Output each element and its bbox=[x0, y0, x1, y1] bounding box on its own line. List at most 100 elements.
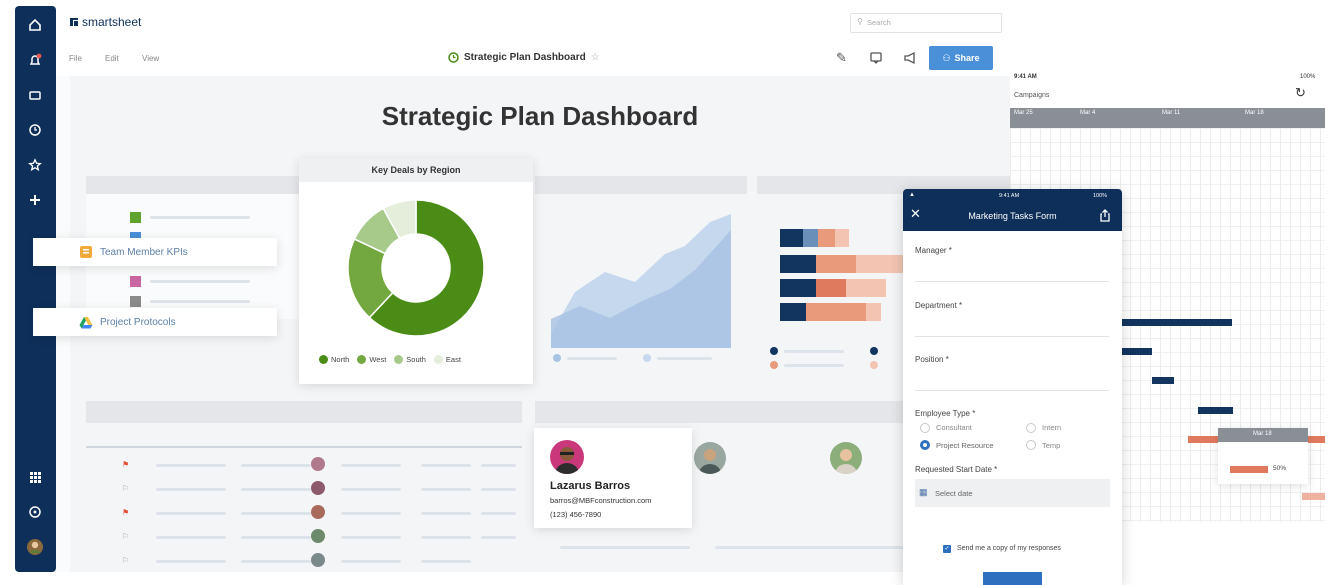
brand-logo[interactable]: smartsheet bbox=[69, 15, 141, 29]
avatar bbox=[311, 481, 325, 495]
radio-project-resource[interactable] bbox=[920, 440, 930, 450]
flag-icon: ⚑ bbox=[122, 460, 130, 469]
legend-swatch bbox=[130, 296, 141, 307]
people-widget-header bbox=[535, 401, 915, 423]
browse-folder-icon[interactable] bbox=[24, 84, 46, 106]
avatar bbox=[311, 553, 325, 567]
gantt-row-label: Campaigns bbox=[1014, 92, 1050, 99]
menu-edit[interactable]: Edit bbox=[105, 54, 119, 63]
submit-button[interactable] bbox=[983, 572, 1042, 585]
temp-label: Temp bbox=[1042, 441, 1061, 450]
flag-icon: ⚐ bbox=[122, 484, 130, 493]
legend-swatch bbox=[130, 212, 141, 223]
dashboard-heading: Strategic Plan Dashboard bbox=[381, 101, 699, 131]
manager-label: Manager * bbox=[915, 246, 952, 255]
gantt-battery: 100% bbox=[1300, 74, 1316, 80]
marketing-tasks-form: ▲ 9:41 AM 100% ✕ Marketing Tasks Form Ma… bbox=[903, 189, 1122, 585]
position-label: Position * bbox=[915, 355, 949, 364]
radio-intern[interactable] bbox=[1026, 423, 1036, 433]
team-avatar bbox=[694, 442, 726, 474]
doc-title-area: Strategic Plan Dashboard ☆ bbox=[448, 52, 600, 63]
form-status-time: 9:41 AM bbox=[999, 193, 1020, 199]
date-picker[interactable]: ▦ Select date bbox=[915, 479, 1110, 507]
flag-icon: ⚐ bbox=[122, 532, 130, 541]
widget-header-left bbox=[86, 176, 300, 194]
share-label: Share bbox=[954, 53, 980, 63]
gantt-task-bar[interactable] bbox=[1122, 319, 1232, 326]
table-row[interactable]: ⚑ bbox=[86, 504, 522, 528]
refresh-icon[interactable]: ↻ bbox=[1295, 85, 1306, 101]
add-plus-icon[interactable] bbox=[24, 189, 46, 211]
team-avatar bbox=[830, 442, 862, 474]
help-icon[interactable] bbox=[24, 501, 46, 523]
comments-icon[interactable] bbox=[869, 51, 883, 70]
gantt-task-bar[interactable] bbox=[1122, 348, 1152, 355]
signal-icon: ▲ bbox=[909, 192, 915, 198]
menu-file[interactable]: File bbox=[69, 54, 82, 63]
share-button[interactable]: ⚇ Share bbox=[929, 46, 993, 70]
gantt-task-bar[interactable] bbox=[1198, 407, 1233, 414]
bar-row-4 bbox=[780, 303, 881, 321]
user-avatar-icon[interactable] bbox=[24, 536, 46, 558]
table-row[interactable]: ⚐ bbox=[86, 480, 522, 504]
legend-east: East bbox=[433, 355, 461, 364]
gantt-status-time: 9:41 AM bbox=[1014, 74, 1037, 80]
position-input[interactable] bbox=[915, 368, 1109, 391]
area-legend-dot bbox=[643, 354, 651, 362]
app-window: smartsheet File Edit View Strategic Plan… bbox=[56, 6, 1010, 572]
area-legend-line bbox=[657, 357, 712, 360]
popup-week: Mar 18 bbox=[1253, 431, 1272, 437]
gantt-task-bar-orange[interactable] bbox=[1302, 493, 1325, 500]
gantt-popup[interactable]: Mar 18 50% bbox=[1218, 428, 1308, 484]
publish-megaphone-icon[interactable] bbox=[903, 51, 917, 70]
flag-icon: ⚑ bbox=[122, 508, 130, 517]
google-drive-icon bbox=[79, 316, 93, 328]
bar-legend-dot bbox=[870, 347, 878, 355]
home-icon[interactable] bbox=[24, 14, 46, 36]
form-battery: 100% bbox=[1093, 193, 1108, 199]
popup-percent: 50% bbox=[1273, 465, 1287, 472]
department-label: Department * bbox=[915, 301, 963, 310]
bar-legend-dot bbox=[770, 347, 778, 355]
table-row[interactable]: ⚐ bbox=[86, 528, 522, 552]
employee-type-label: Employee Type * bbox=[915, 409, 976, 418]
bar-row-3 bbox=[780, 279, 886, 297]
gantt-task-bar[interactable] bbox=[1152, 377, 1174, 384]
apps-grid-icon[interactable] bbox=[24, 466, 46, 488]
legend-west: West bbox=[357, 355, 386, 364]
favorite-star-icon[interactable]: ☆ bbox=[591, 52, 600, 63]
contact-email[interactable]: barros@MBFconstruction.com bbox=[550, 496, 651, 505]
key-deals-card[interactable]: Key Deals by Region North West South Eas… bbox=[299, 158, 533, 384]
placeholder-line bbox=[560, 546, 690, 549]
table-row[interactable]: ⚑ bbox=[86, 456, 522, 480]
menu-view[interactable]: View bbox=[142, 54, 159, 63]
team-kpis-label: Team Member KPIs bbox=[100, 246, 188, 258]
recents-clock-icon[interactable] bbox=[24, 119, 46, 141]
search-box[interactable]: ⚲ Search bbox=[850, 13, 1002, 33]
radio-temp[interactable] bbox=[1026, 440, 1036, 450]
bar-legend-line bbox=[784, 350, 844, 353]
week-label: Mar 4 bbox=[1080, 110, 1096, 116]
project-protocols-link[interactable]: Project Protocols bbox=[33, 308, 277, 336]
share-upload-icon[interactable] bbox=[1099, 209, 1111, 227]
key-deals-header: Key Deals by Region bbox=[299, 158, 533, 182]
week-label: Mar 25 bbox=[1014, 110, 1033, 116]
edit-pencil-icon[interactable]: ✎ bbox=[836, 50, 847, 66]
legend-south: South bbox=[394, 355, 426, 364]
table-row[interactable]: ⚐ bbox=[86, 552, 522, 572]
favorites-star-icon[interactable] bbox=[24, 154, 46, 176]
notifications-icon[interactable] bbox=[24, 49, 46, 71]
manager-input[interactable] bbox=[915, 259, 1109, 282]
intern-label: Intern bbox=[1042, 423, 1062, 432]
donut-chart bbox=[347, 199, 485, 337]
legend-swatch bbox=[130, 276, 141, 287]
donut-legend: North West South East bbox=[319, 355, 519, 364]
copy-label: Send me a copy of my responses bbox=[957, 545, 1061, 552]
area-legend-line bbox=[567, 357, 617, 360]
contact-card[interactable]: Lazarus Barros barros@MBFconstruction.co… bbox=[534, 428, 692, 528]
department-input[interactable] bbox=[915, 314, 1109, 337]
copy-checkbox[interactable]: ✓ bbox=[943, 545, 951, 553]
radio-consultant[interactable] bbox=[920, 423, 930, 433]
team-kpis-link[interactable]: Team Member KPIs bbox=[33, 238, 277, 266]
popup-progress-bar bbox=[1230, 466, 1268, 473]
